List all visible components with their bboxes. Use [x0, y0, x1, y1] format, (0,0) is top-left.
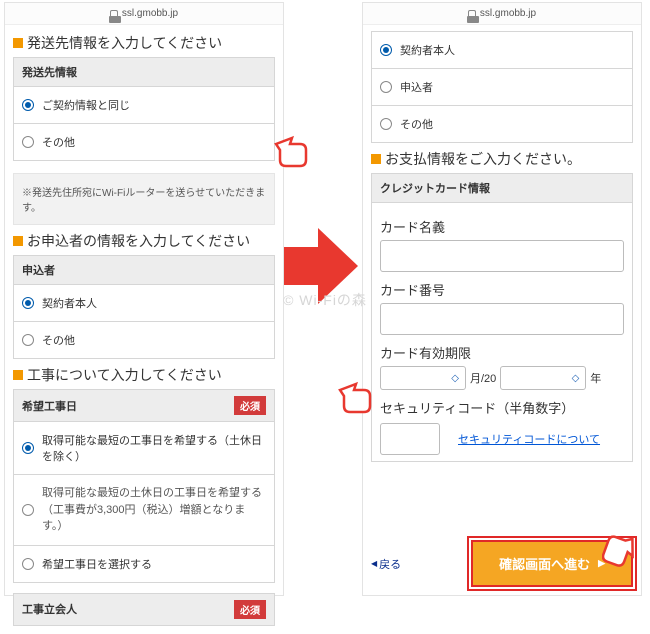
- expiry-year-select[interactable]: ◇: [500, 366, 586, 390]
- address-bar: ssl.gmobb.jp: [5, 3, 283, 25]
- back-button[interactable]: 戻る: [371, 556, 401, 572]
- construction-section-title: 工事について入力してください: [13, 365, 275, 385]
- big-arrow-icon: [284, 228, 360, 304]
- applicant-option-contractor[interactable]: 契約者本人: [13, 285, 275, 322]
- applicant-section-title: お申込者の情報を入力してください: [13, 231, 275, 251]
- security-code-help-link[interactable]: セキュリティコードについて: [458, 431, 600, 447]
- attendant-option-contractor[interactable]: 契約者本人: [372, 32, 632, 69]
- construction-option-earliest[interactable]: 取得可能な最短の工事日を希望する（土休日を除く）: [13, 422, 275, 475]
- card-name-input[interactable]: [380, 240, 624, 272]
- radio-icon: [22, 558, 34, 570]
- attendant-option-other[interactable]: その他: [372, 106, 632, 143]
- card-number-label: カード番号: [380, 280, 624, 299]
- shipping-option-other[interactable]: その他: [13, 124, 275, 161]
- expiry-separator: 月/20: [470, 370, 496, 386]
- radio-icon: [22, 504, 34, 516]
- radio-icon: [380, 118, 392, 130]
- url-text: ssl.gmobb.jp: [122, 8, 178, 19]
- radio-icon: [22, 99, 34, 111]
- card-number-input[interactable]: [380, 303, 624, 335]
- construction-option-holiday[interactable]: 取得可能な最短の土休日の工事日を希望する（工事費が3,300円（税込）増額となり…: [13, 475, 275, 546]
- address-bar: ssl.gmobb.jp: [363, 3, 641, 25]
- lock-icon: [468, 10, 476, 18]
- updown-icon: ◇: [572, 373, 580, 384]
- updown-icon: ◇: [451, 373, 459, 384]
- square-bullet-icon: [371, 154, 381, 164]
- lock-icon: [110, 10, 118, 18]
- required-badge: 必須: [234, 600, 266, 619]
- shipping-option-same[interactable]: ご契約情報と同じ: [13, 87, 275, 124]
- security-code-label: セキュリティコード（半角数字）: [380, 398, 624, 417]
- applicant-group-header: 申込者: [13, 255, 275, 285]
- radio-icon: [380, 44, 392, 56]
- shipping-section-title: 発送先情報を入力してください: [13, 33, 275, 53]
- payment-section-title: お支払情報をご入力ください。: [371, 149, 633, 169]
- right-screenshot: ssl.gmobb.jp 契約者本人 申込者 その他 お支払情報をご入力ください…: [362, 2, 642, 596]
- construction-date-header: 希望工事日必須: [13, 389, 275, 422]
- url-text: ssl.gmobb.jp: [480, 8, 536, 19]
- expiry-month-select[interactable]: ◇: [380, 366, 466, 390]
- radio-icon: [22, 297, 34, 309]
- attendant-header: 工事立会人必須: [13, 593, 275, 626]
- required-badge: 必須: [234, 396, 266, 415]
- square-bullet-icon: [13, 38, 23, 48]
- radio-icon: [22, 442, 34, 454]
- construction-option-select[interactable]: 希望工事日を選択する: [13, 546, 275, 583]
- radio-icon: [22, 136, 34, 148]
- shipping-note: ※発送先住所宛にWi-Fiルーターを送らせていただきます。: [13, 173, 275, 225]
- shipping-group-header: 発送先情報: [13, 57, 275, 87]
- left-screenshot: ssl.gmobb.jp 発送先情報を入力してください 発送先情報 ご契約情報と…: [4, 2, 284, 596]
- square-bullet-icon: [13, 370, 23, 380]
- applicant-option-other[interactable]: その他: [13, 322, 275, 359]
- card-name-label: カード名義: [380, 217, 624, 236]
- year-label: 年: [590, 370, 601, 386]
- attendant-option-applicant[interactable]: 申込者: [372, 69, 632, 106]
- security-code-input[interactable]: [380, 423, 440, 455]
- card-expiry-label: カード有効期限: [380, 343, 624, 362]
- radio-icon: [380, 81, 392, 93]
- confirm-button[interactable]: 確認画面へ進む: [471, 540, 633, 587]
- credit-card-header: クレジットカード情報: [371, 173, 633, 203]
- radio-icon: [22, 334, 34, 346]
- square-bullet-icon: [13, 236, 23, 246]
